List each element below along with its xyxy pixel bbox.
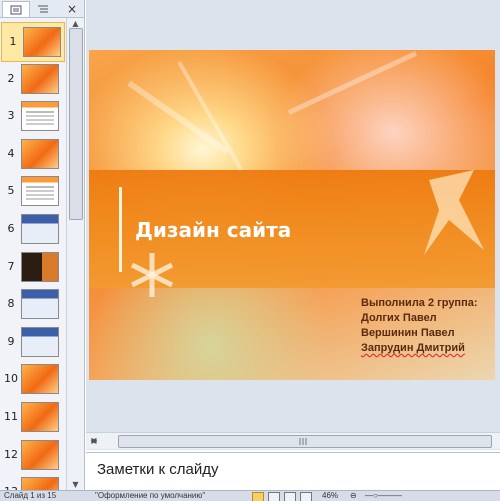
slides-tab-icon[interactable]	[2, 1, 30, 17]
authors-line: Запрудин Дмитрий	[361, 342, 465, 354]
slide-thumbnail[interactable]: 7	[0, 248, 66, 286]
slide-thumbnail[interactable]: 13	[0, 473, 66, 490]
authors-line: Вершинин Павел	[361, 327, 455, 339]
slide-preview[interactable]	[21, 176, 59, 207]
slide-number: 9	[7, 334, 15, 348]
slide-number: 1	[9, 35, 17, 48]
slide-editor: Дизайн сайта Выполнила 2 группа: Долгих …	[86, 0, 500, 450]
slide-preview[interactable]	[21, 326, 59, 357]
panel-tabs: ×	[0, 0, 84, 18]
slide-number: 8	[7, 297, 15, 311]
decor-asterisk-icon	[130, 253, 174, 297]
close-panel-icon[interactable]: ×	[62, 1, 82, 16]
authors-line: Долгих Павел	[361, 312, 437, 324]
slide-preview[interactable]	[21, 477, 59, 490]
scroll-down-icon[interactable]: ▼	[70, 479, 81, 490]
slide-thumbnail[interactable]: 11	[0, 398, 66, 436]
decor-star-icon	[424, 170, 484, 255]
slide-thumbnail[interactable]: 8	[0, 285, 66, 323]
slide-preview[interactable]	[21, 251, 59, 282]
slide-thumbnail[interactable]: 10	[0, 360, 66, 398]
slide-number: 10	[4, 372, 18, 386]
slide-number: 11	[4, 410, 18, 423]
slide-preview[interactable]	[21, 289, 59, 320]
slide-thumbnails: 12345678910111213	[0, 18, 66, 490]
horizontal-scrollbar[interactable]: ◀ ▶	[86, 432, 500, 449]
slide-thumbnail[interactable]: 4	[0, 135, 66, 173]
authors-line: Выполнила 2 группа:	[361, 297, 478, 309]
slide-thumbnail[interactable]: 12	[0, 436, 66, 474]
slide-canvas[interactable]: Дизайн сайта Выполнила 2 группа: Долгих …	[89, 50, 495, 380]
slide-number: 7	[7, 259, 15, 273]
decor-ray	[287, 51, 417, 115]
slides-panel: × 12345678910111213 ▲ ▼	[0, 0, 85, 490]
slide-authors[interactable]: Выполнила 2 группа: Долгих Павел Вершини…	[361, 296, 478, 356]
slide-preview[interactable]	[21, 402, 59, 432]
slide-thumbnail[interactable]: 3	[0, 97, 66, 135]
slide-number: 3	[7, 109, 15, 123]
slide-thumbnail[interactable]: 6	[0, 210, 66, 248]
slide-number: 5	[7, 184, 15, 198]
title-divider	[119, 187, 122, 272]
slide-thumbnail[interactable]: 5	[0, 172, 66, 210]
slide-thumbnail[interactable]: 1	[1, 22, 65, 62]
slide-preview[interactable]	[21, 439, 59, 470]
slide-number: 6	[7, 222, 15, 235]
hscroll-thumb[interactable]	[118, 435, 492, 448]
slide-title[interactable]: Дизайн сайта	[135, 218, 291, 242]
slide-preview[interactable]	[21, 63, 59, 94]
slide-preview[interactable]	[21, 364, 59, 395]
notes-placeholder[interactable]: Заметки к слайду	[97, 461, 219, 478]
slide-preview[interactable]	[21, 101, 59, 132]
slide-thumbnail[interactable]: 2	[0, 60, 66, 98]
slide-preview[interactable]	[23, 27, 61, 57]
scrollbar-thumb[interactable]	[69, 28, 83, 220]
slide-preview[interactable]	[21, 138, 59, 169]
slide-number: 12	[4, 447, 18, 461]
slide-number: 4	[7, 146, 15, 160]
scroll-right-icon[interactable]: ▶	[89, 435, 100, 446]
outline-tab-icon[interactable]	[30, 1, 56, 16]
thumbnails-scrollbar[interactable]: ▲ ▼	[66, 18, 84, 490]
status-bar: Слайд 1 из 15 "Оформление по умолчанию" …	[0, 490, 500, 501]
slide-preview[interactable]	[21, 214, 59, 244]
notes-pane[interactable]: Заметки к слайду	[86, 452, 500, 491]
slide-thumbnail[interactable]: 9	[0, 323, 66, 361]
slide-number: 2	[7, 71, 15, 85]
